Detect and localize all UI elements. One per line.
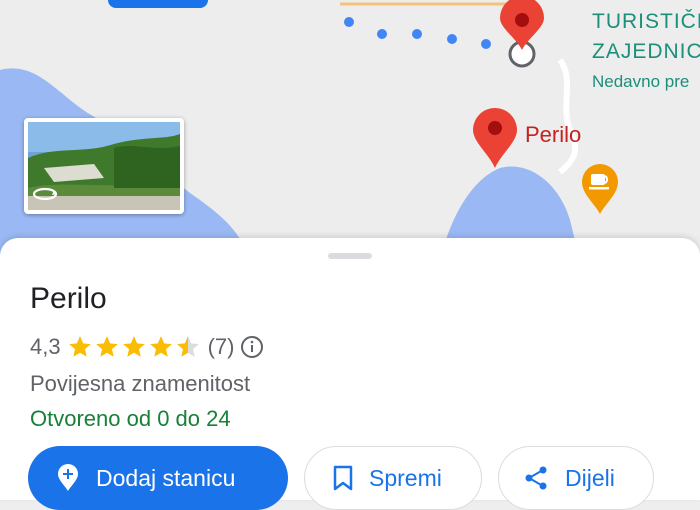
- review-count[interactable]: (7): [208, 334, 235, 360]
- rating-value: 4,3: [30, 334, 61, 359]
- place-category: Povijesna znamenitost: [30, 371, 251, 396]
- route-dot: [412, 29, 422, 39]
- route-dot: [377, 29, 387, 39]
- place-title: Perilo: [30, 282, 107, 315]
- drag-handle[interactable]: [328, 253, 372, 259]
- share-button[interactable]: Dijeli: [498, 446, 654, 510]
- pin-label[interactable]: Perilo: [525, 122, 581, 148]
- location-pin-icon: [500, 0, 544, 50]
- share-label: Dijeli: [565, 464, 615, 491]
- info-icon[interactable]: [240, 335, 264, 359]
- add-stop-label: Dodaj stanicu: [96, 464, 236, 491]
- save-label: Spremi: [369, 464, 442, 491]
- star-rating: [67, 334, 202, 360]
- half-star-icon: [176, 336, 199, 357]
- route-dot: [447, 34, 457, 44]
- street-view-thumbnail[interactable]: [24, 118, 184, 214]
- add-location-icon: [56, 464, 80, 492]
- bookmark-icon: [333, 465, 353, 491]
- rotate-360-icon: [32, 187, 58, 201]
- star-icon: [149, 336, 172, 357]
- star-icon: [95, 336, 118, 357]
- poi-label[interactable]: ZAJEDNIC: [592, 40, 700, 64]
- route-dot: [344, 17, 354, 27]
- poi-sublabel[interactable]: Nedavno pre: [592, 72, 689, 92]
- rating-row[interactable]: 4,3 (7): [30, 334, 264, 360]
- location-pin-icon: [473, 108, 517, 168]
- poi-label[interactable]: TURISTIČK: [592, 10, 700, 34]
- save-button[interactable]: Spremi: [304, 446, 482, 510]
- place-details-sheet[interactable]: Perilo 4,3 (7) Povijesna znamenitost Otv…: [0, 238, 700, 510]
- map-view[interactable]: TURISTIČK ZAJEDNIC Nedavno pre Perilo: [0, 0, 700, 260]
- star-icon: [122, 336, 145, 357]
- road-curve: [557, 58, 579, 175]
- share-icon: [523, 465, 549, 491]
- opening-hours[interactable]: Otvoreno od 0 do 24: [30, 406, 231, 432]
- route-dot: [481, 39, 491, 49]
- cafe-icon: [582, 164, 618, 214]
- add-stop-button[interactable]: Dodaj stanicu: [28, 446, 288, 510]
- top-action-button[interactable]: [108, 0, 208, 8]
- star-icon: [68, 336, 91, 357]
